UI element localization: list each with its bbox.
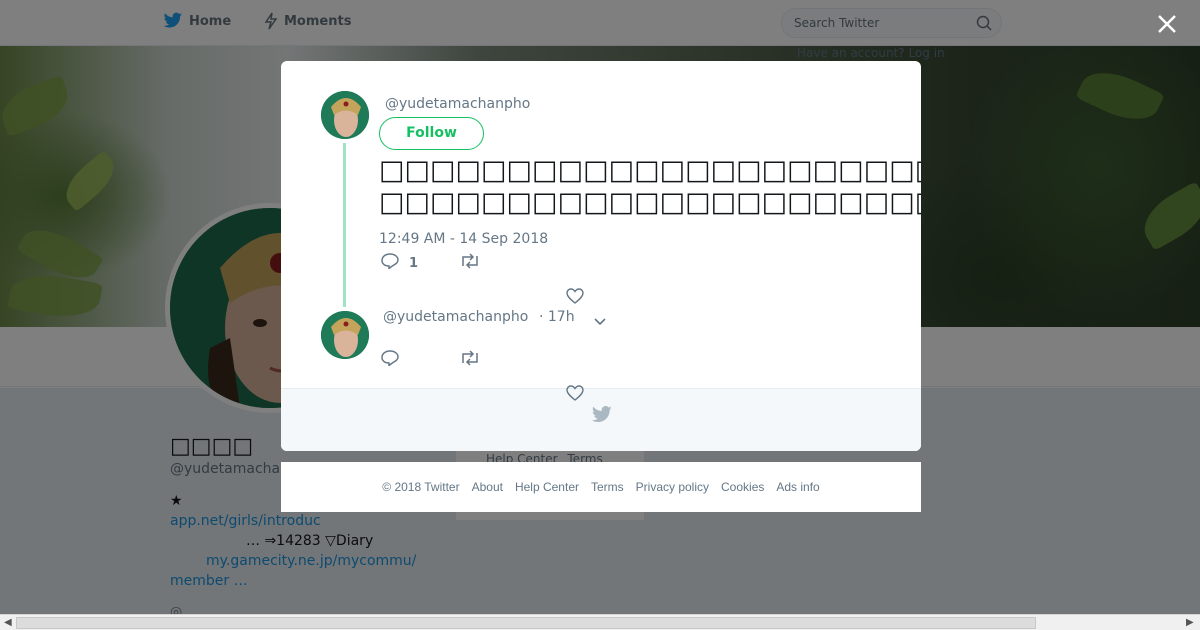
retweet-button[interactable] — [459, 350, 481, 370]
tweet-text-line: □□□□□□□□□□□□□□□□□□□□□□□□□□□□□□□□□□□□□□□□… — [379, 155, 921, 186]
reply-time[interactable]: · 17h — [539, 309, 575, 325]
tweet-author-handle[interactable]: @yudetamachanpho — [385, 96, 530, 112]
follow-button[interactable]: Follow — [379, 117, 484, 150]
reply-button[interactable]: 1 — [381, 253, 418, 273]
tweet-avatar[interactable] — [321, 91, 369, 139]
retweet-icon — [459, 350, 481, 370]
modal-footer — [281, 385, 921, 451]
reply-count: 1 — [409, 255, 419, 271]
footer-link-privacy[interactable]: Privacy policy — [636, 480, 709, 494]
footer-copyright: © 2018 Twitter — [382, 480, 460, 494]
scrollbar-thumb[interactable] — [16, 617, 1036, 629]
footer-link-about[interactable]: About — [472, 480, 503, 494]
scroll-right-icon[interactable]: ▶ — [1186, 617, 1194, 628]
reply-avatar[interactable] — [321, 311, 369, 359]
retweet-icon — [459, 253, 481, 273]
tweet-timestamp[interactable]: 12:49 AM - 14 Sep 2018 — [379, 231, 548, 247]
footer-link-terms[interactable]: Terms — [591, 480, 624, 494]
reply-icon — [381, 253, 399, 273]
chevron-down-icon[interactable] — [593, 312, 607, 331]
retweet-button[interactable] — [459, 253, 481, 273]
tweet-text-line: □□□□□□□□□□□□□□□□□□□□□□□□□□□□□□□□□□□□□□□□… — [379, 187, 921, 218]
scroll-left-icon[interactable]: ◀ — [4, 617, 12, 628]
like-icon[interactable] — [566, 385, 584, 405]
tweet-permalink-modal: @yudetamachanpho Follow □□□□□□□□□□□□□□□□… — [281, 61, 921, 451]
footer-link-ads-info[interactable]: Ads info — [776, 480, 819, 494]
horizontal-scrollbar[interactable]: ◀ ▶ — [0, 614, 1200, 630]
like-icon[interactable] — [566, 288, 584, 308]
footer-links: © 2018 Twitter About Help Center Terms P… — [281, 462, 921, 512]
reply-icon — [381, 350, 399, 370]
tweet-text: □□□□□□□□□□□□□□□□□□□□□ □□□□□□□□□□□□□□□□□□□… — [379, 155, 921, 219]
thread-connector — [343, 143, 346, 307]
reply-author-handle[interactable]: @yudetamachanpho — [383, 309, 528, 325]
footer-link-help-center[interactable]: Help Center — [515, 480, 579, 494]
twitter-bird-icon — [591, 406, 613, 428]
close-icon[interactable] — [1155, 12, 1179, 36]
footer-link-cookies[interactable]: Cookies — [721, 480, 764, 494]
reply-button[interactable] — [381, 350, 399, 370]
